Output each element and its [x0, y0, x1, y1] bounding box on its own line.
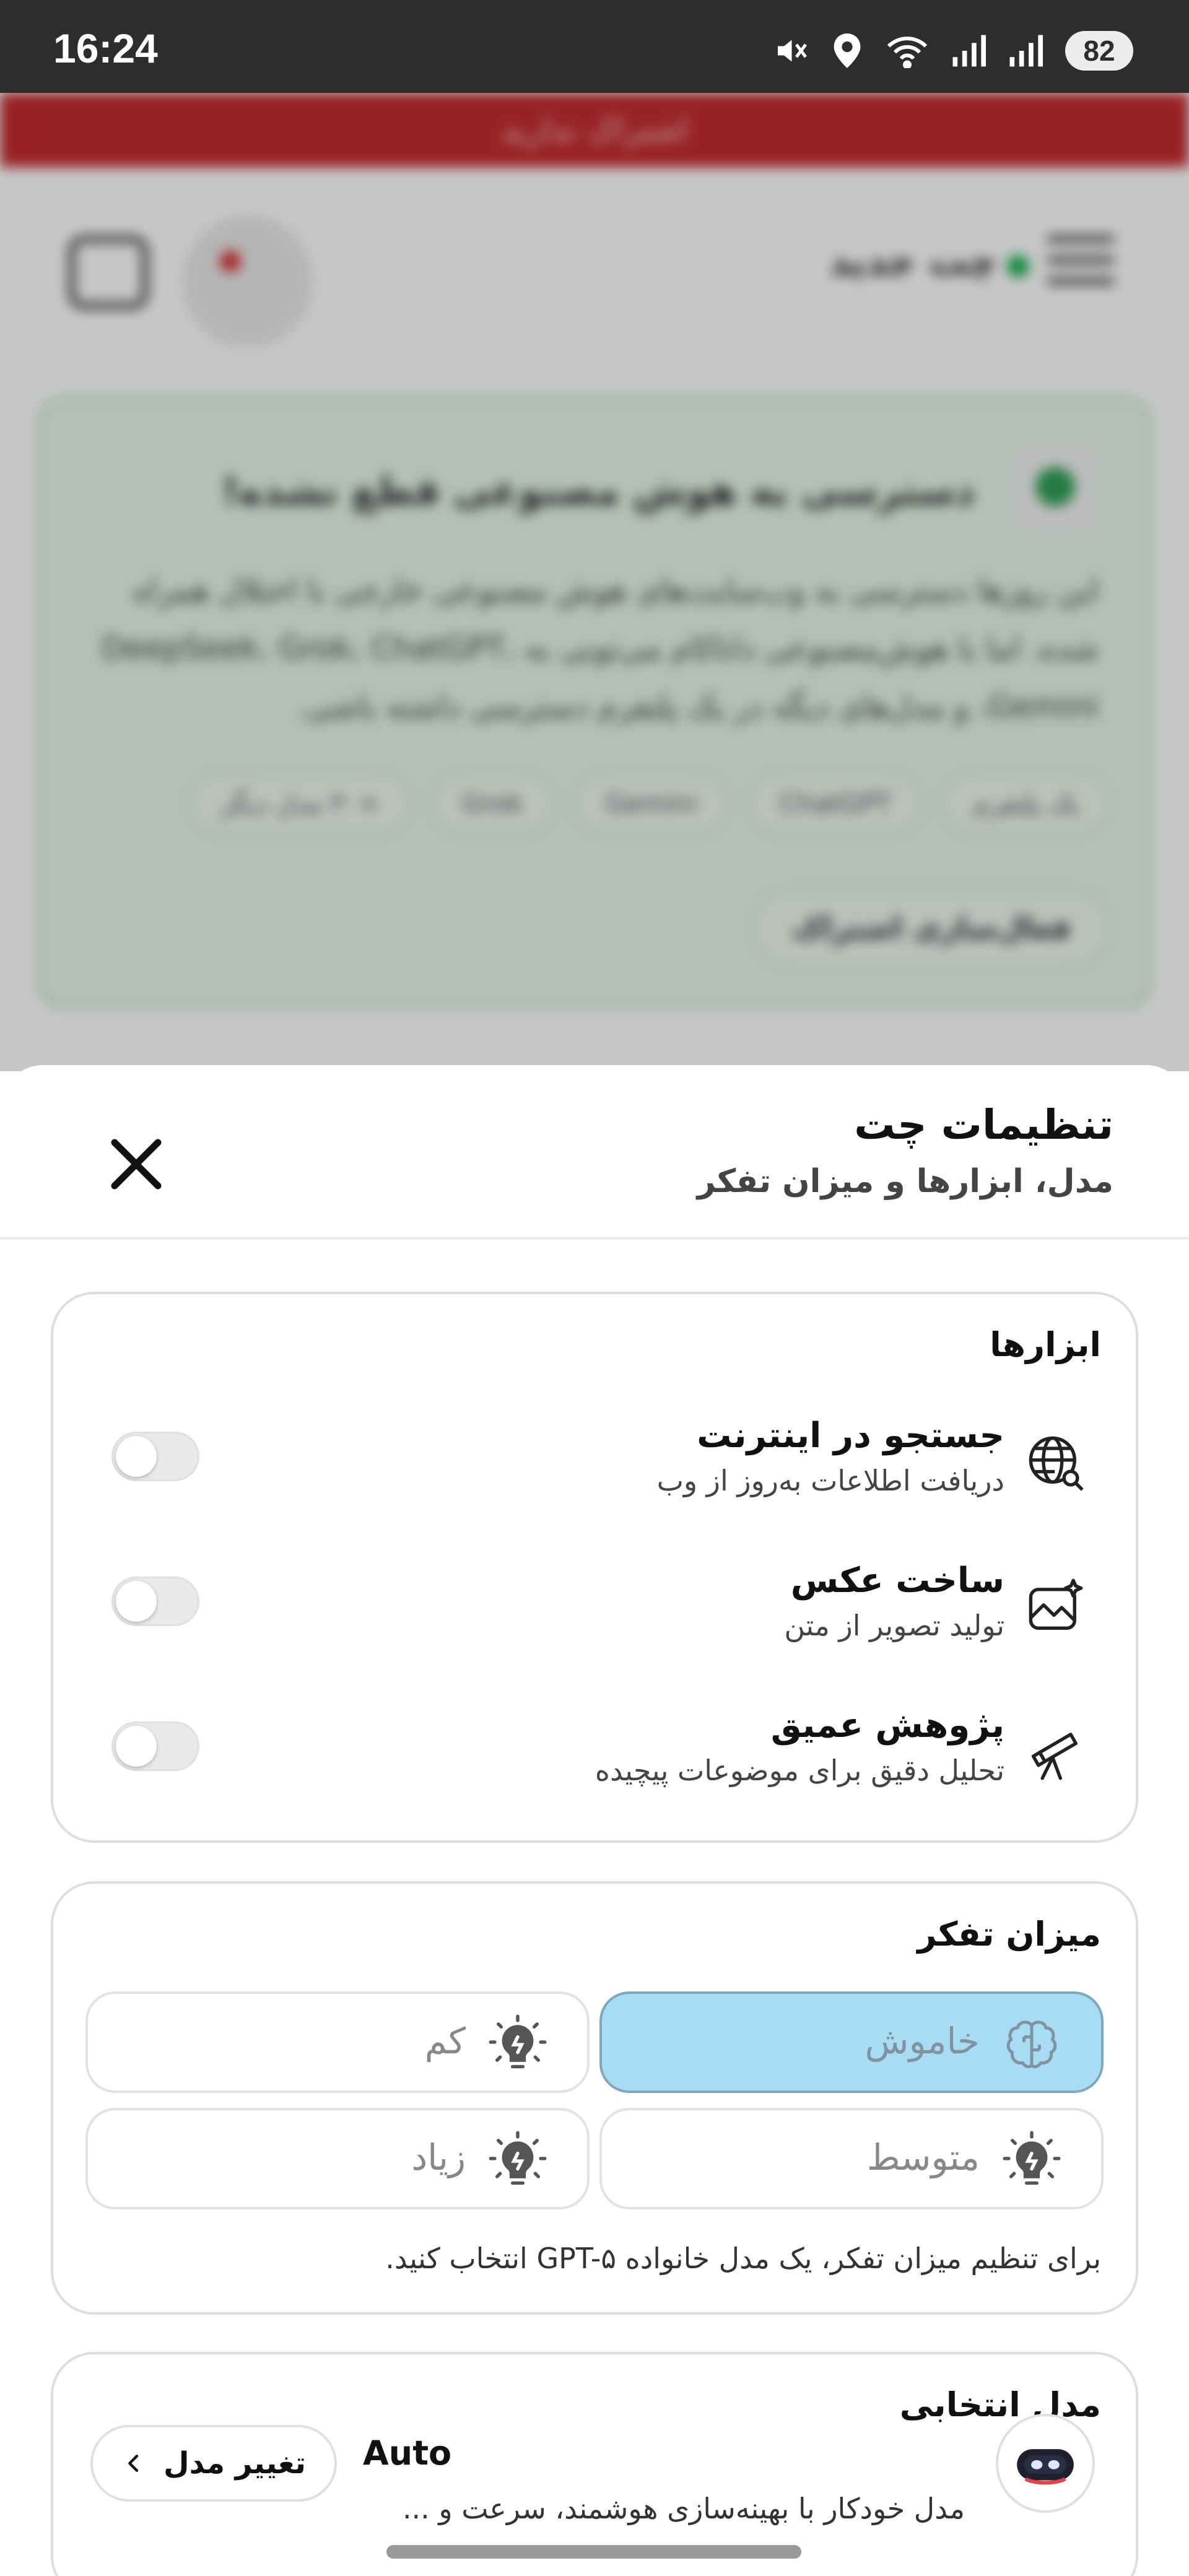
tool-desc: تولید تصویر از متن [784, 1609, 1004, 1642]
thinking-option-label: متوسط [866, 2136, 980, 2178]
thinking-panel: میزان تفکر خاموش کم متوسط زیاد برای تنظی… [51, 1881, 1138, 2315]
model-avatar [996, 2414, 1095, 2513]
tool-deep-research: پژوهش عمیق تحلیل دقیق برای موضوعات پیچید… [53, 1699, 1136, 1804]
thinking-option-label: خاموش [865, 2020, 980, 2062]
chevron-left-icon [128, 2455, 139, 2472]
home-indicator[interactable] [386, 2545, 801, 2559]
sheet-title: تنظیمات چت [854, 1101, 1113, 1149]
thinking-option-high[interactable]: زیاد [85, 2108, 590, 2209]
tool-desc: دریافت اطلاعات به‌روز از وب [656, 1464, 1004, 1497]
tool-name: پژوهش عمیق [770, 1705, 1004, 1746]
status-time: 16:24 [53, 25, 158, 71]
sheet-header: تنظیمات چت مدل، ابزارها و میزان تفکر [0, 1065, 1189, 1240]
tool-name: ساخت عکس [790, 1560, 1004, 1601]
globe-search-icon [1029, 1436, 1084, 1491]
signal-icon [952, 35, 986, 67]
lightbulb-icon [489, 2131, 547, 2185]
brain-icon [1006, 2021, 1057, 2068]
tool-web-search: جستجو در اینترنت دریافت اطلاعات به‌روز ا… [53, 1409, 1136, 1515]
sheet-subtitle: مدل، ابزارها و میزان تفکر [697, 1163, 1113, 1200]
web-search-toggle[interactable] [111, 1432, 199, 1481]
image-sparkle-icon [1029, 1578, 1083, 1630]
close-icon[interactable] [99, 1127, 173, 1201]
thinking-option-label: کم [424, 2020, 466, 2062]
overlay-scrim[interactable] [0, 93, 1189, 1071]
status-icons: 82 [772, 31, 1133, 71]
model-description: مدل خودکار با بهینه‌سازی هوشمند، سرعت و … [402, 2492, 965, 2525]
mute-icon [778, 40, 807, 62]
change-model-button[interactable]: تغییر مدل [90, 2425, 337, 2502]
model-title: مدل انتخابی [899, 2385, 1101, 2424]
image-generation-toggle[interactable] [111, 1577, 199, 1626]
thinking-option-off[interactable]: خاموش [599, 1991, 1104, 2093]
change-model-label: تغییر مدل [163, 2446, 306, 2481]
chat-settings-sheet: تنظیمات چت مدل، ابزارها و میزان تفکر ابز… [0, 1065, 1189, 2576]
thinking-note: برای تنظیم میزان تفکر، یک مدل خانواده GP… [385, 2242, 1101, 2275]
location-icon [834, 33, 861, 68]
thinking-option-medium[interactable]: متوسط [599, 2108, 1104, 2209]
thinking-option-label: زیاد [411, 2136, 466, 2178]
tool-name: جستجو در اینترنت [697, 1416, 1004, 1456]
tool-desc: تحلیل دقیق برای موضوعات پیچیده [594, 1754, 1004, 1787]
background-app: اشتراک ندارید چت جدید دسترسی به هوش مصنو… [0, 93, 1189, 1071]
signal-icon [1009, 35, 1043, 67]
battery-icon: 82 [1065, 31, 1133, 71]
lightbulb-icon [1003, 2131, 1061, 2185]
robot-icon [1017, 2449, 1074, 2485]
deep-research-toggle[interactable] [111, 1721, 199, 1771]
tools-panel: ابزارها جستجو در اینترنت دریافت اطلاعات … [51, 1292, 1138, 1843]
model-panel: مدل انتخابی Auto مدل خودکار با بهینه‌ساز… [51, 2352, 1138, 2576]
thinking-option-low[interactable]: کم [85, 1991, 590, 2093]
tools-title: ابزارها [990, 1325, 1101, 1364]
model-name: Auto [363, 2434, 452, 2473]
wifi-icon [887, 37, 928, 68]
tool-image-generation: ساخت عکس تولید تصویر از متن [53, 1554, 1136, 1660]
lightbulb-icon [489, 2014, 547, 2069]
status-bar: 16:24 82 [0, 0, 1189, 93]
thinking-title: میزان تفکر [917, 1915, 1101, 1954]
telescope-icon [1031, 1733, 1078, 1780]
